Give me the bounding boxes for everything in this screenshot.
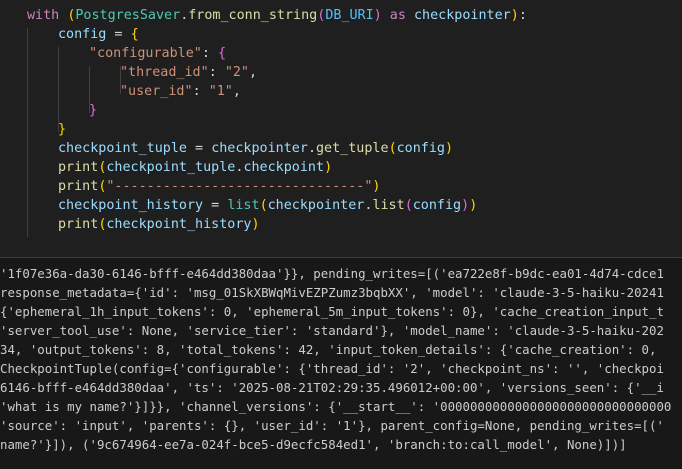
code-token: ) [373, 8, 382, 23]
code-token: : [192, 84, 209, 99]
terminal-output-line: name?'}]), ('9c674964-ee7a-024f-bce5-d9e… [0, 437, 627, 452]
terminal-output-line: 6146-bfff-e464dd380daa', 'ts': '2025-08-… [0, 380, 664, 395]
code-token: ( [404, 198, 413, 213]
terminal-output-line: 'source': 'input', 'parents': {}, 'user_… [0, 418, 664, 433]
code-token: "thread_id" [120, 65, 209, 80]
code-line: with (PostgresSaver.from_conn_string(DB_… [27, 6, 527, 25]
code-line: config = { [58, 25, 139, 44]
code-token: config [396, 141, 445, 156]
code-token: with [27, 8, 68, 23]
code-line: "configurable": { [89, 44, 226, 63]
code-token: print [58, 160, 99, 175]
code-token: config [412, 198, 462, 213]
code-token: = [106, 27, 131, 42]
code-line: } [89, 101, 97, 120]
code-token: ( [388, 141, 397, 156]
code-editor[interactable]: with ( PostgresSaver. from_conn_string ( DB_… [0, 0, 682, 246]
code-token: list [227, 198, 260, 213]
terminal-panel[interactable]: '1f07e36a-da30-6146-bfff-e464dd380daa'}}… [0, 258, 682, 469]
code-token: ) [445, 141, 454, 156]
code-token: = [203, 198, 228, 213]
code-token: checkpointer [267, 198, 365, 213]
code-token: , [232, 84, 241, 99]
code-token: "-------------------------------" [106, 179, 373, 194]
code-token: : [518, 8, 527, 23]
code-token: list [372, 198, 405, 213]
code-token: get_tuple [316, 141, 389, 156]
terminal-output-line: '1f07e36a-da30-6146-bfff-e464dd380daa'}}… [0, 266, 664, 281]
code-line: } [58, 120, 66, 139]
code-token: checkpoint [243, 160, 325, 175]
code-token: ) [324, 160, 333, 175]
code-token: . [307, 141, 316, 156]
code-token: "1" [208, 84, 233, 99]
terminal-output-line: CheckpointTuple(config={'configurable': … [0, 361, 664, 376]
code-line: checkpoint_tuple = checkpointer.get_tupl… [58, 139, 453, 158]
terminal-output-line: 34, 'output_tokens': 8, 'total_tokens': … [0, 342, 664, 357]
code-token: checkpoint_history [58, 198, 204, 213]
code-line: print("-------------------------------") [58, 177, 380, 196]
code-token: checkpoint_tuple [106, 160, 236, 175]
terminal-output-line: response_metadata={'id': 'msg_01SkXBWqMi… [0, 285, 664, 300]
code-token: ) [469, 198, 478, 213]
code-token: print [58, 217, 99, 232]
terminal-output-line: 'what is my name?'}]}}, 'channel_version… [0, 399, 672, 414]
code-token: checkpointer [211, 141, 308, 156]
code-token: ( [259, 198, 268, 213]
code-token: checkpoint_history [106, 217, 252, 232]
code-token: config [58, 27, 107, 42]
code-token: checkpointer [414, 8, 511, 23]
indent-guide [27, 28, 28, 237]
code-token: ) [510, 8, 519, 23]
code-line: "thread_id": "2", [120, 63, 257, 82]
code-token: from_conn_string [188, 8, 318, 23]
code-token: checkpoint_tuple [58, 141, 187, 156]
terminal-output-line: {'ephemeral_1h_input_tokens': 0, 'epheme… [0, 304, 664, 319]
code-line: checkpoint_history = list(checkpointer.l… [58, 196, 477, 215]
code-token: print [58, 179, 99, 194]
code-token: = [187, 141, 212, 156]
code-token: { [218, 46, 227, 61]
code-token: } [58, 122, 67, 137]
code-token: "configurable" [89, 46, 202, 61]
code-token: PostgresSaver [75, 8, 181, 23]
code-line: print(checkpoint_history) [58, 215, 260, 234]
code-token: as [381, 8, 414, 23]
terminal-output-line: 'server_tool_use': None, 'service_tier':… [0, 323, 664, 338]
code-token: "2" [224, 65, 249, 80]
code-line: print(checkpoint_tuple.checkpoint) [58, 158, 332, 177]
code-token: "user_id" [120, 84, 193, 99]
code-token: , [249, 65, 258, 80]
code-line: "user_id": "1", [120, 82, 241, 101]
code-token: : [208, 65, 225, 80]
code-token: ) [251, 217, 260, 232]
code-token: } [89, 103, 98, 118]
code-token: DB_URI [325, 8, 374, 23]
code-token: ) [461, 198, 470, 213]
code-token: ) [372, 179, 381, 194]
code-token: { [130, 27, 139, 42]
code-token: : [201, 46, 218, 61]
